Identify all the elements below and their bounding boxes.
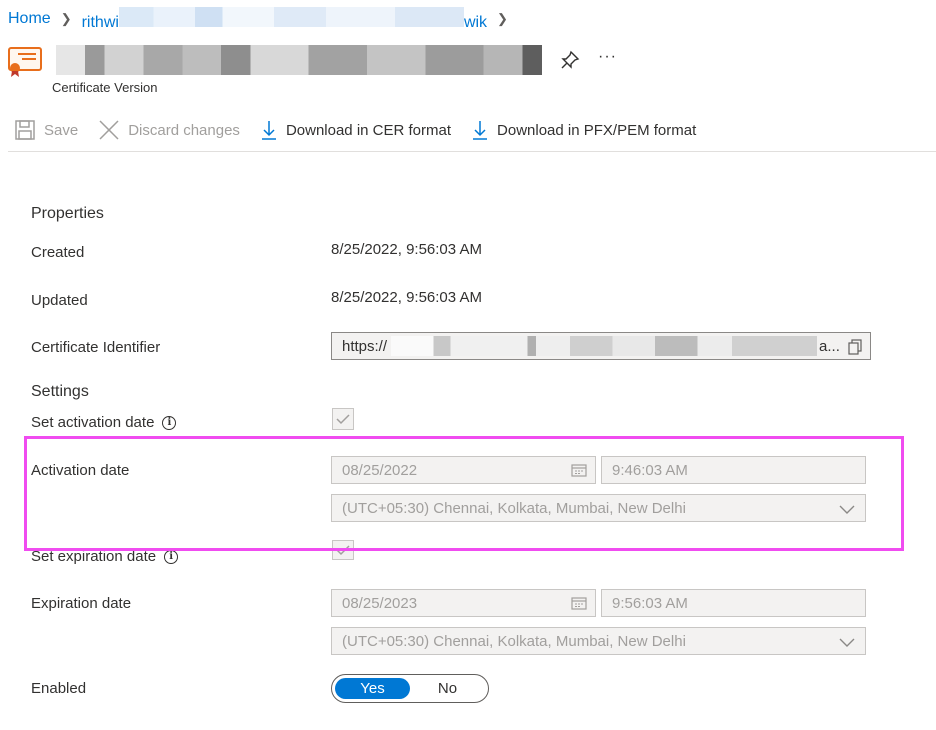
save-icon <box>15 120 35 140</box>
certificate-icon <box>8 43 42 77</box>
download-cer-button[interactable]: Download in CER format <box>260 119 451 141</box>
expiration-date-label: Expiration date <box>31 595 132 612</box>
redacted-text <box>118 6 464 27</box>
certificate-identifier-field[interactable]: https:// a... <box>331 332 871 360</box>
page-title <box>8 40 542 80</box>
created-value: 8/25/2022, 9:56:03 AM <box>331 241 482 258</box>
download-icon <box>261 121 276 140</box>
info-icon[interactable]: i <box>164 549 179 564</box>
redacted-title <box>56 45 542 75</box>
breadcrumb-parent-end: wik <box>463 13 488 31</box>
breadcrumb-parent-start: rithwi <box>81 13 119 31</box>
identifier-suffix: a... <box>819 337 840 355</box>
set-activation-date-checkbox[interactable] <box>332 408 354 430</box>
expiration-date-picker[interactable]: 08/25/2023 <box>331 589 596 617</box>
close-icon <box>99 120 119 140</box>
enabled-toggle[interactable]: Yes No <box>331 674 489 703</box>
set-activation-date-label: Set activation date i <box>31 414 177 431</box>
command-bar: Save Discard changes Download in CER for… <box>14 116 716 144</box>
activation-date-highlight <box>24 436 904 551</box>
chevron-right-icon: ❯ <box>60 11 72 26</box>
breadcrumb: Home ❯ rithwi wik ❯ <box>8 6 518 32</box>
updated-label: Updated <box>31 292 88 309</box>
enabled-no-option[interactable]: No <box>410 678 485 699</box>
breadcrumb-home[interactable]: Home <box>8 10 51 28</box>
identifier-prefix: https:// <box>342 337 388 355</box>
discard-changes-button[interactable]: Discard changes <box>98 119 240 141</box>
updated-value: 8/25/2022, 9:56:03 AM <box>331 289 482 306</box>
more-options-icon[interactable]: ··· <box>598 48 617 66</box>
info-icon[interactable]: i <box>162 415 177 430</box>
copy-icon[interactable] <box>848 339 862 359</box>
certificate-identifier-label: Certificate Identifier <box>31 339 161 356</box>
page-subtitle: Certificate Version <box>52 80 158 95</box>
chevron-down-icon <box>839 635 855 652</box>
settings-heading: Settings <box>31 383 89 400</box>
save-label: Save <box>44 121 79 139</box>
discard-label: Discard changes <box>128 121 240 139</box>
expiration-date-value: 08/25/2023 <box>342 594 418 612</box>
enabled-label: Enabled <box>31 680 87 697</box>
enabled-yes-option[interactable]: Yes <box>335 678 410 699</box>
created-label: Created <box>31 244 85 261</box>
download-cer-label: Download in CER format <box>285 121 452 139</box>
expiration-time-input[interactable]: 9:56:03 AM <box>601 589 866 617</box>
chevron-right-icon: ❯ <box>497 11 508 26</box>
download-pfx-label: Download in PFX/PEM format <box>497 121 697 139</box>
download-pfx-button[interactable]: Download in PFX/PEM format <box>471 119 696 141</box>
download-icon <box>473 121 488 140</box>
pin-icon[interactable] <box>560 50 580 70</box>
properties-heading: Properties <box>31 205 104 222</box>
expiration-timezone-dropdown[interactable]: (UTC+05:30) Chennai, Kolkata, Mumbai, Ne… <box>331 627 866 655</box>
expiration-timezone-value: (UTC+05:30) Chennai, Kolkata, Mumbai, Ne… <box>342 632 686 650</box>
breadcrumb-parent[interactable]: rithwi wik <box>81 6 488 32</box>
set-activation-date-text: Set activation date <box>31 414 155 431</box>
redacted-identifier <box>391 336 818 356</box>
checkmark-icon <box>336 414 350 425</box>
save-button[interactable]: Save <box>14 119 78 141</box>
toolbar-divider <box>8 151 936 152</box>
calendar-icon[interactable] <box>571 596 587 614</box>
expiration-time-value: 9:56:03 AM <box>612 594 688 612</box>
